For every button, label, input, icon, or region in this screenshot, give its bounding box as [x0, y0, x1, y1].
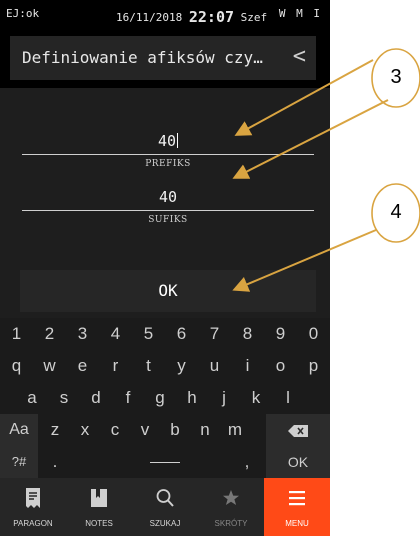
key-e[interactable]: e — [66, 350, 99, 382]
key-r[interactable]: r — [99, 350, 132, 382]
key-v[interactable]: v — [130, 414, 160, 446]
user-text: Szef — [240, 11, 268, 24]
key-s[interactable]: s — [48, 382, 80, 414]
period-key[interactable]: . — [40, 446, 70, 478]
key-h[interactable]: h — [176, 382, 208, 414]
callout-3-number: 3 — [390, 66, 402, 88]
key-c[interactable]: c — [100, 414, 130, 446]
text-cursor — [177, 133, 179, 148]
on-screen-keyboard: 1 2 3 4 5 6 7 8 9 0 q w e r t y u i o p … — [0, 318, 330, 478]
back-icon[interactable]: < — [293, 44, 306, 69]
ok-bar: OK — [0, 266, 330, 318]
page-title: Definiowanie afiksów czy… — [22, 48, 263, 67]
nav-notes-label: NOTES — [85, 519, 113, 528]
key-l[interactable]: l — [272, 382, 304, 414]
key-6[interactable]: 6 — [165, 318, 198, 350]
key-y[interactable]: y — [165, 350, 198, 382]
star-icon — [223, 490, 239, 505]
key-9[interactable]: 9 — [264, 318, 297, 350]
nav-paragon-label: PARAGON — [13, 519, 53, 528]
key-z[interactable]: z — [40, 414, 70, 446]
nav-skroty-label: SKRÓTY — [214, 519, 248, 528]
prefix-label: PREFIKS — [145, 159, 191, 169]
key-d[interactable]: d — [80, 382, 112, 414]
key-1[interactable]: 1 — [0, 318, 33, 350]
prefix-underline — [22, 154, 314, 155]
suffix-label: SUFIKS — [148, 215, 188, 225]
form-panel: 40 PREFIKS 40 SUFIKS — [0, 88, 330, 266]
suffix-underline — [22, 210, 314, 211]
bottom-key-row: ?# . , OK — [0, 446, 330, 478]
screen-header: Definiowanie afiksów czy… < — [10, 36, 316, 80]
callout-4-number: 4 — [390, 201, 402, 223]
nav-notes[interactable]: NOTES — [66, 478, 132, 536]
status-indicators: W M I — [278, 7, 322, 20]
key-f[interactable]: f — [112, 382, 144, 414]
key-b[interactable]: b — [160, 414, 190, 446]
key-j[interactable]: j — [208, 382, 240, 414]
time-text: 22:07 — [188, 8, 235, 26]
nav-szukaj[interactable]: SZUKAJ — [132, 478, 198, 536]
key-a[interactable]: a — [16, 382, 48, 414]
key-m[interactable]: m — [220, 414, 250, 446]
symbols-key[interactable]: ?# — [0, 446, 38, 478]
suffix-field[interactable]: 40 SUFIKS — [22, 188, 314, 225]
keyboard-ok-key[interactable]: OK — [266, 446, 330, 478]
key-p[interactable]: p — [297, 350, 330, 382]
ok-button[interactable]: OK — [20, 270, 316, 312]
key-k[interactable]: k — [240, 382, 272, 414]
backspace-key[interactable] — [266, 414, 330, 446]
key-7[interactable]: 7 — [198, 318, 231, 350]
key-w[interactable]: w — [33, 350, 66, 382]
key-0[interactable]: 0 — [297, 318, 330, 350]
digits-row: 1 2 3 4 5 6 7 8 9 0 — [0, 318, 330, 350]
menu-icon — [289, 491, 305, 506]
nav-szukaj-label: SZUKAJ — [149, 519, 181, 528]
device-screen: EJ:ok 16/11/2018 22:07 Szef W M I Defini… — [0, 0, 330, 536]
key-t[interactable]: t — [132, 350, 165, 382]
receipt-icon — [26, 488, 40, 508]
key-5[interactable]: 5 — [132, 318, 165, 350]
shift-key[interactable]: Aa — [0, 414, 38, 446]
key-q[interactable]: q — [0, 350, 33, 382]
date-text: 16/11/2018 — [116, 11, 183, 24]
key-x[interactable]: x — [70, 414, 100, 446]
key-8[interactable]: 8 — [231, 318, 264, 350]
notebook-icon — [91, 489, 107, 507]
prefix-value-wrapper: 40 — [22, 132, 314, 150]
key-2[interactable]: 2 — [33, 318, 66, 350]
fiscal-status: EJ:ok — [6, 7, 40, 20]
key-n[interactable]: n — [190, 414, 220, 446]
status-bar: EJ:ok 16/11/2018 22:07 Szef W M I — [0, 0, 330, 28]
prefix-input[interactable]: 40 — [158, 132, 176, 150]
letters-row-1: q w e r t y u i o p — [0, 350, 330, 382]
comma-key[interactable]: , — [232, 446, 262, 478]
nav-menu[interactable]: MENU — [264, 478, 330, 536]
nav-menu-label: MENU — [285, 519, 309, 528]
search-icon — [156, 489, 174, 507]
prefix-field[interactable]: 40 PREFIKS — [22, 132, 314, 169]
bottom-navigation: PARAGON NOTES SZUKAJ SKRÓTY MENU — [0, 478, 330, 536]
key-4[interactable]: 4 — [99, 318, 132, 350]
nav-paragon[interactable]: PARAGON — [0, 478, 66, 536]
letters-row-3: Aa z x c v b n m — [0, 414, 330, 446]
key-o[interactable]: o — [264, 350, 297, 382]
suffix-input[interactable]: 40 — [22, 188, 314, 206]
key-u[interactable]: u — [198, 350, 231, 382]
space-indicator — [150, 462, 180, 464]
letters-row-2: a s d f g h j k l — [0, 382, 330, 414]
nav-skroty[interactable]: SKRÓTY — [198, 478, 264, 536]
key-i[interactable]: i — [231, 350, 264, 382]
space-key[interactable] — [72, 446, 258, 478]
datetime-display: 16/11/2018 22:07 Szef — [116, 7, 268, 26]
key-3[interactable]: 3 — [66, 318, 99, 350]
key-g[interactable]: g — [144, 382, 176, 414]
backspace-icon — [288, 424, 308, 437]
